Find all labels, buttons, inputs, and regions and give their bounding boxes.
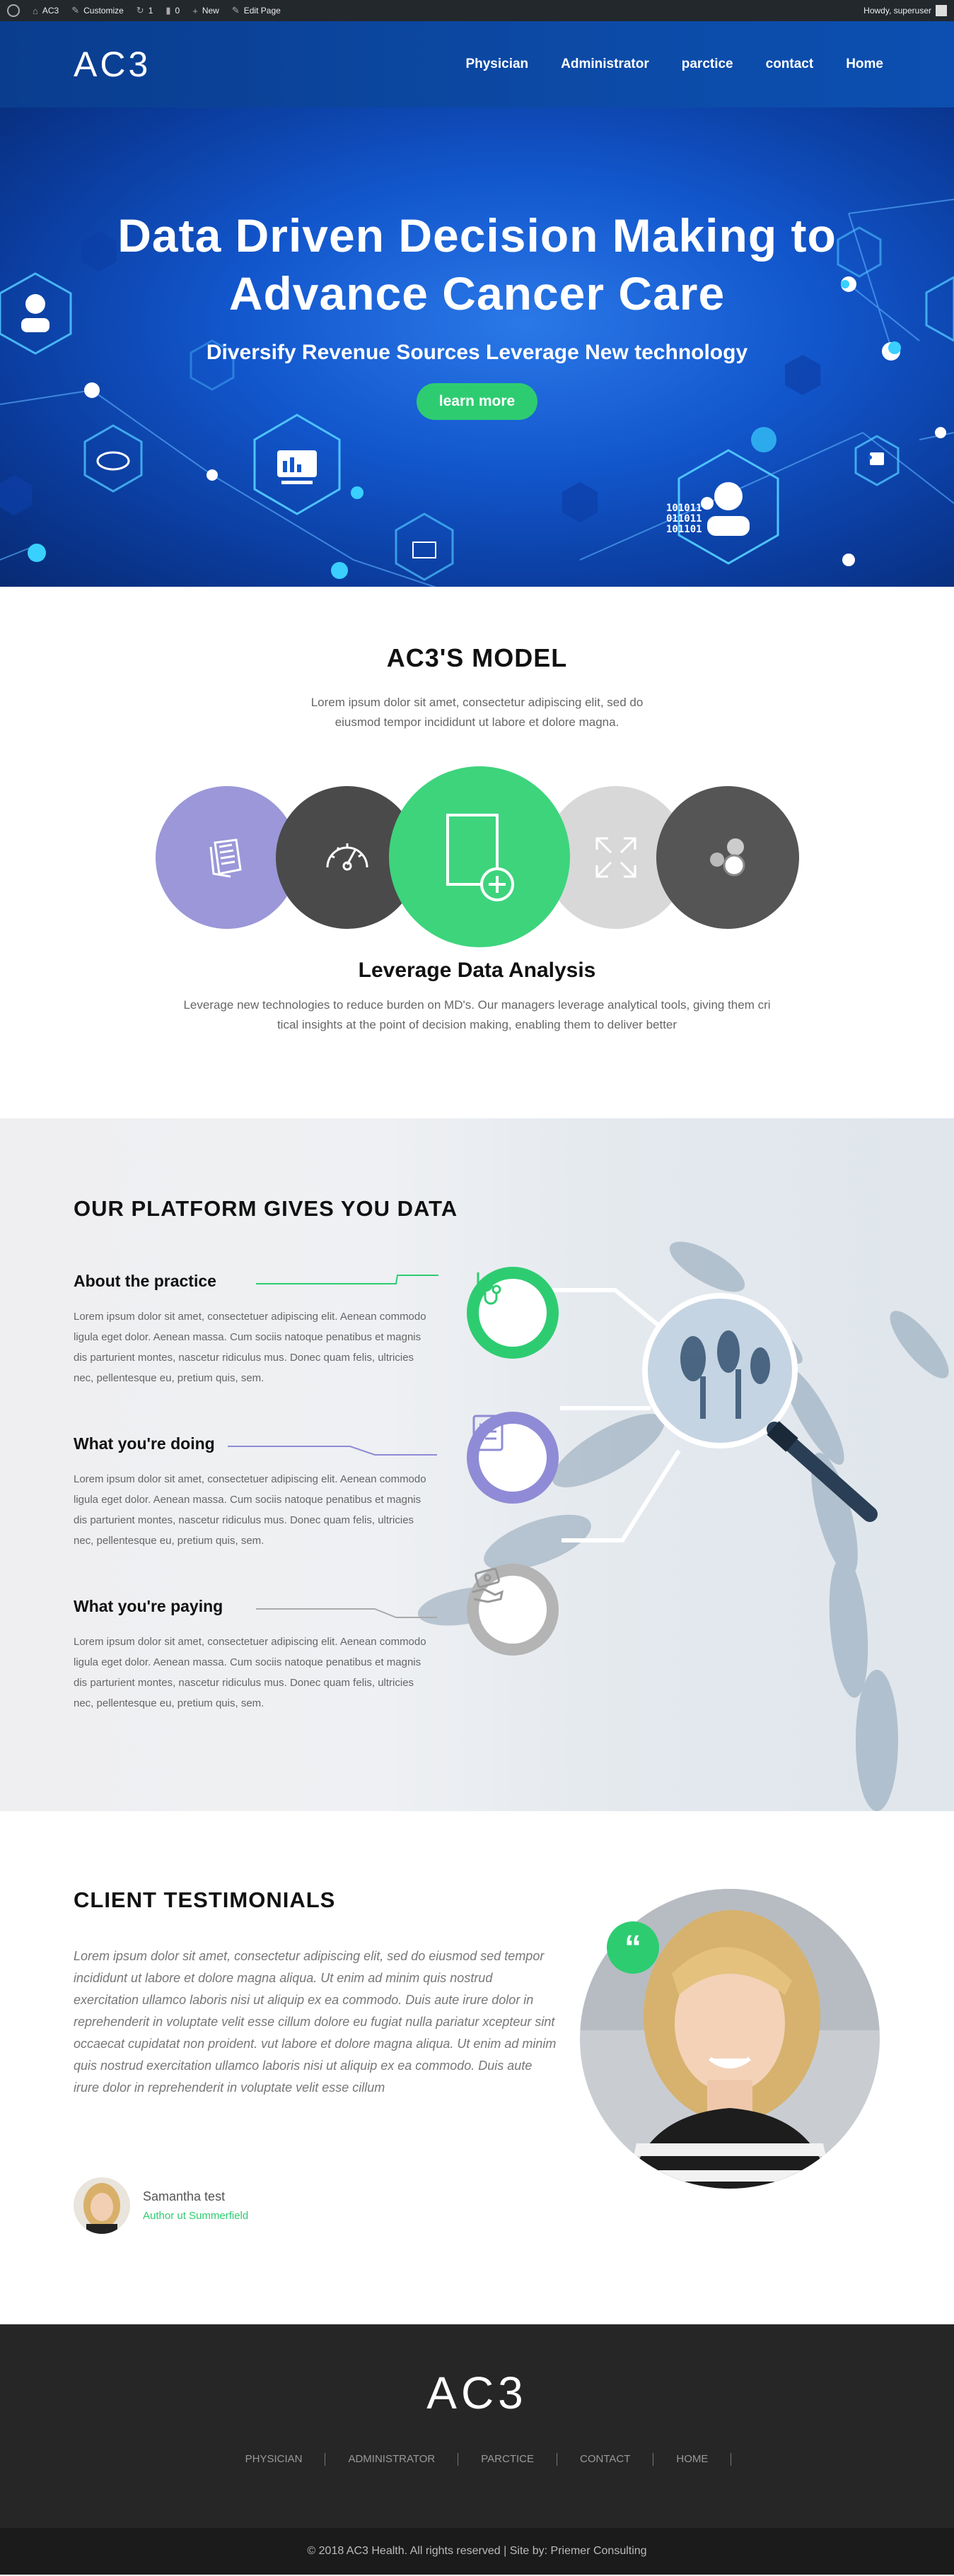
testimonial-author: Samantha test Author ut Summerfield — [74, 2177, 248, 2234]
admin-comments-link[interactable]: ▮ 0 — [165, 5, 180, 16]
admin-bar: ⌂ AC3 ✎ Customize ↻ 1 ▮ 0 + New ✎ Edit Page Ho… — [0, 0, 954, 21]
footer-nav-contact[interactable]: CONTACT — [557, 2453, 654, 2466]
footer-nav-practice[interactable]: PARCTICE — [458, 2453, 557, 2466]
refresh-icon: ↻ — [136, 5, 144, 16]
platform-title: OUR PLATFORM GIVES YOU DATA — [74, 1196, 458, 1221]
nav-practice[interactable]: parctice — [682, 57, 733, 72]
comment-icon: ▮ — [165, 5, 171, 16]
author-avatar — [74, 2177, 130, 2234]
hero-banner: Data Driven Decision Making to Advance C… — [0, 107, 954, 587]
hero-title-line-2: Advance Cancer Care — [228, 267, 726, 320]
documents-icon — [209, 838, 242, 878]
footer-nav-physician[interactable]: PHYSICIAN — [223, 2453, 326, 2466]
author-photo — [74, 2177, 130, 2234]
model-circle-analysis-active[interactable] — [388, 766, 570, 947]
footer-logo[interactable]: AC3 — [0, 2324, 954, 2419]
site-footer: AC3 PHYSICIAN ADMINISTRATOR PARCTICE CON… — [0, 2324, 954, 2528]
pencil-icon: ✎ — [231, 5, 240, 16]
expand-icon — [595, 837, 636, 878]
feature-practice-badge[interactable] — [467, 1267, 559, 1359]
brush-icon: ✎ — [71, 5, 80, 16]
site-header: AC3 Physician Administrator parctice con… — [0, 21, 954, 107]
model-active-description: Leverage new technologies to reduce burd… — [183, 998, 771, 1031]
feature-paying-text: Lorem ipsum dolor sit amet, consectetuer… — [74, 1636, 426, 1709]
wordpress-logo-icon[interactable] — [7, 4, 20, 17]
model-section: AC3'S MODEL Lorem ipsum dolor sit amet, … — [0, 587, 954, 1118]
admin-edit-page-link[interactable]: ✎ Edit Page — [232, 5, 281, 16]
nav-administrator[interactable]: Administrator — [561, 57, 649, 72]
admin-site-link[interactable]: ⌂ AC3 — [33, 6, 59, 16]
model-circle-bubbles[interactable] — [656, 786, 799, 929]
admin-customize-link[interactable]: ✎ Customize — [71, 5, 124, 16]
footer-nav-administrator[interactable]: ADMINISTRATOR — [325, 2453, 459, 2466]
author-role: Author ut Summerfield — [143, 2210, 249, 2222]
bubbles-icon — [709, 838, 745, 877]
checklist-icon — [472, 1415, 504, 1451]
feature-paying: What you're paying Lorem ipsum dolor sit… — [74, 1597, 431, 1714]
site-logo[interactable]: AC3 — [74, 44, 151, 85]
speedometer-icon — [326, 843, 368, 871]
feature-paying-badge[interactable] — [467, 1564, 559, 1656]
feature-doing-text: Lorem ipsum dolor sit amet, consectetuer… — [74, 1473, 426, 1547]
add-document-icon — [446, 814, 514, 901]
plus-icon: + — [192, 5, 198, 16]
testimonial-quote: Lorem ipsum dolor sit amet, consectetur … — [74, 1949, 557, 2095]
user-avatar-icon — [936, 5, 947, 16]
copyright-text: © 2018 AC3 Health. All rights reserved |… — [307, 2545, 647, 2557]
feature-practice-text: Lorem ipsum dolor sit amet, consectetuer… — [74, 1311, 426, 1384]
model-title: AC3'S MODEL — [386, 643, 568, 672]
footer-nav-home[interactable]: HOME — [653, 2453, 732, 2466]
model-intro: Lorem ipsum dolor sit amet, consectetur … — [310, 696, 644, 729]
author-name: Samantha test — [143, 2189, 226, 2203]
learn-more-button[interactable]: learn more — [416, 383, 538, 420]
copyright-bar: © 2018 AC3 Health. All rights reserved |… — [0, 2528, 954, 2575]
feature-doing: What you're doing Lorem ipsum dolor sit … — [74, 1434, 431, 1551]
admin-account-menu[interactable]: Howdy, superuser — [863, 5, 947, 16]
platform-section: OUR PLATFORM GIVES YOU DATA About the pr… — [0, 1118, 954, 1811]
feature-doing-title: What you're doing — [74, 1434, 215, 1453]
testimonials-section: CLIENT TESTIMONIALS Lorem ipsum dolor si… — [0, 1811, 954, 2324]
hero-title-line-1: Data Driven Decision Making to — [117, 209, 837, 262]
feature-paying-title: What you're paying — [74, 1597, 223, 1615]
nav-contact[interactable]: contact — [766, 57, 814, 72]
feature-doing-badge[interactable] — [467, 1412, 559, 1504]
quote-mark-icon: “ — [607, 1921, 659, 1974]
nav-home[interactable]: Home — [846, 57, 883, 72]
binary-text: 101011 011011 101101 — [666, 503, 702, 535]
main-nav: Physician Administrator parctice contact… — [465, 57, 883, 72]
footer-nav: PHYSICIAN ADMINISTRATOR PARCTICE CONTACT… — [0, 2453, 954, 2466]
hero-title: Data Driven Decision Making to Advance C… — [0, 206, 954, 322]
home-icon: ⌂ — [33, 5, 38, 16]
feature-practice-title: About the practice — [74, 1272, 216, 1290]
model-active-title: Leverage Data Analysis — [358, 959, 596, 982]
admin-new-link[interactable]: + New — [192, 6, 219, 16]
stethoscope-icon — [477, 1272, 501, 1305]
admin-updates-link[interactable]: ↻ 1 — [136, 5, 153, 16]
money-hand-icon — [472, 1567, 504, 1603]
feature-practice: About the practice Lorem ipsum dolor sit… — [74, 1272, 431, 1388]
nav-physician[interactable]: Physician — [465, 57, 528, 72]
testimonials-title: CLIENT TESTIMONIALS — [74, 1887, 336, 1912]
hero-subtitle: Diversify Revenue Sources Leverage New t… — [206, 341, 748, 364]
model-circles — [155, 766, 799, 950]
